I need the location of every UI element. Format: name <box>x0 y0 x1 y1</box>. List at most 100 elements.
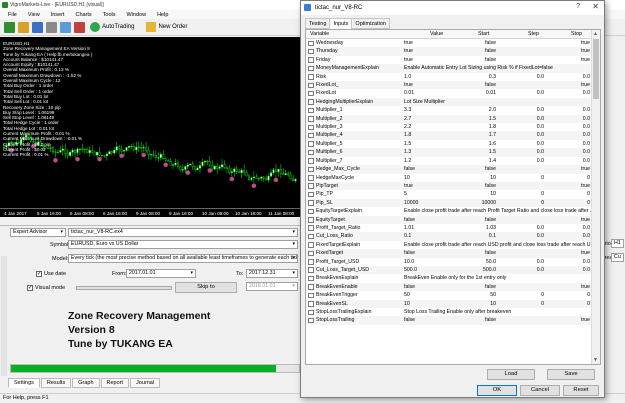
optimize-checkbox[interactable] <box>308 48 314 55</box>
variable-stop[interactable]: 0.0 <box>546 148 590 156</box>
optimize-checkbox[interactable] <box>308 132 314 139</box>
menu-file[interactable]: File <box>8 12 17 18</box>
input-row[interactable]: Profit_Target_USD 10.0 50.0 0.0 0.0 <box>306 257 592 266</box>
tab-optimization[interactable]: Optimization <box>351 18 390 29</box>
variable-value[interactable]: 1.5 <box>404 140 448 148</box>
variable-stop[interactable]: 0 <box>546 199 590 207</box>
optimize-checkbox[interactable] <box>308 158 314 164</box>
ok-button[interactable]: OK <box>477 385 517 396</box>
scroll-down-icon[interactable]: ▼ <box>593 357 598 363</box>
variable-start[interactable]: false <box>452 316 496 324</box>
symbol-select[interactable]: EURUSD, Euro vs US Dollar <box>68 240 298 249</box>
optimize-checkbox[interactable] <box>308 74 314 80</box>
variable-step[interactable]: 0 <box>500 300 544 308</box>
optimize-checkbox[interactable] <box>308 90 314 97</box>
optimize-checkbox[interactable] <box>308 65 314 72</box>
model-select[interactable]: Every tick (the most precise method base… <box>68 254 298 263</box>
variable-stop[interactable]: 0 <box>546 300 590 308</box>
variable-stop[interactable]: true <box>546 316 590 324</box>
input-row[interactable]: Multiplier_4 1.8 1.7 0.0 0.0 <box>306 131 592 140</box>
variable-value[interactable]: 3.3 <box>404 106 448 114</box>
tab-results[interactable]: Results <box>40 378 72 388</box>
col-variable[interactable]: Variable <box>310 31 329 37</box>
variable-step[interactable]: 0.0 <box>500 232 544 240</box>
save-button[interactable]: Save <box>547 369 595 380</box>
variable-stop[interactable]: 0.0 <box>546 232 590 240</box>
input-row[interactable]: PipTarget true false true <box>306 181 592 191</box>
variable-start[interactable]: 0.3 <box>452 73 496 81</box>
optimize-checkbox[interactable] <box>308 116 314 122</box>
optimize-checkbox[interactable] <box>308 82 314 89</box>
variable-start[interactable]: false <box>452 182 496 190</box>
mode-select[interactable]: Expert Advisor <box>10 228 66 237</box>
tab-settings[interactable]: Settings <box>8 378 40 388</box>
variable-stop[interactable]: 0.0 <box>546 224 590 232</box>
optimize-checkbox[interactable] <box>308 124 314 131</box>
input-row[interactable]: HedgeMaxCycle 10 10 0 0 <box>306 173 592 182</box>
skip-to-button[interactable]: Skip to <box>175 282 237 293</box>
terminal-icon[interactable] <box>60 21 71 33</box>
input-row[interactable]: Risk 1.0 0.3 0.0 0.0 <box>306 72 592 82</box>
variable-start[interactable]: 50 <box>452 291 496 299</box>
variable-value[interactable]: 0.01 <box>404 89 448 97</box>
tester-icon[interactable] <box>74 21 85 33</box>
optimize-checkbox[interactable] <box>308 208 314 215</box>
variable-step[interactable]: 0.0 <box>500 131 544 139</box>
variable-start[interactable]: 1.7 <box>452 131 496 139</box>
input-row[interactable]: StopLossTrailing false false true <box>306 316 592 325</box>
tab-inputs[interactable]: Inputs <box>329 18 353 29</box>
variable-step[interactable]: 0.0 <box>500 73 544 81</box>
optimize-checkbox[interactable] <box>308 267 314 273</box>
optimize-checkbox[interactable] <box>308 301 314 307</box>
variable-start[interactable]: false <box>452 165 496 173</box>
variable-start[interactable]: 1.4 <box>452 157 496 165</box>
spread-select[interactable]: Cu <box>611 253 624 262</box>
input-row[interactable]: Pip_TP 5 10 0 0 <box>306 190 592 199</box>
variable-start[interactable]: 10 <box>452 174 496 182</box>
variable-value[interactable]: 10.0 <box>404 258 448 266</box>
variable-value[interactable]: Stop Loss Trailing Enable only after bre… <box>404 308 592 316</box>
input-row[interactable]: MoneyManagementExplain Enable Automatic E… <box>306 64 592 73</box>
variable-value[interactable]: false <box>404 316 448 324</box>
navigator-icon[interactable] <box>46 21 57 33</box>
variable-value[interactable]: true <box>404 39 448 47</box>
variable-start[interactable]: 500.0 <box>452 266 496 274</box>
variable-start[interactable]: false <box>452 249 496 257</box>
expert-select[interactable]: tictac_nur_V8-RC.ex4 <box>68 228 298 237</box>
help-button[interactable]: ? <box>576 3 580 10</box>
input-row[interactable]: EquityTargetExplain Enable close profit t… <box>306 207 594 216</box>
input-row[interactable]: Profit_Target_Ratio 1.01 1.03 0.0 0.0 <box>306 223 592 233</box>
optimize-checkbox[interactable] <box>308 191 314 198</box>
input-row[interactable]: Thursday true false true <box>306 47 592 56</box>
input-row[interactable]: Multiplier_1 3.3 2.0 0.0 0.0 <box>306 106 592 115</box>
menu-charts[interactable]: Charts <box>75 12 91 18</box>
variable-stop[interactable]: 0.0 <box>546 123 590 131</box>
variable-stop[interactable]: 0.0 <box>546 73 590 81</box>
input-row[interactable]: Cut_Loss_Target_USD 500.0 500.0 0.0 0.0 <box>306 265 592 275</box>
variable-stop[interactable]: true <box>546 47 590 55</box>
optimize-checkbox[interactable] <box>308 183 314 189</box>
input-row[interactable]: BreakEvenExplain BreakEven Enable only fo… <box>306 274 592 283</box>
reset-button[interactable]: Reset <box>563 385 599 396</box>
variable-value[interactable]: 10 <box>404 174 448 182</box>
input-row[interactable]: FixedTarget false false true <box>306 249 592 258</box>
variable-start[interactable]: false <box>452 39 496 47</box>
variable-step[interactable]: 0.0 <box>500 148 544 156</box>
variable-step[interactable]: 0.0 <box>500 140 544 148</box>
variable-stop[interactable]: 0.0 <box>546 258 590 266</box>
input-row[interactable]: FixedLot_ true false true <box>306 81 592 90</box>
variable-step[interactable]: 0.0 <box>500 157 544 165</box>
variable-step[interactable]: 0.0 <box>500 224 544 232</box>
new-order-button[interactable]: New Order <box>144 21 189 33</box>
variable-stop[interactable]: 0 <box>546 190 590 198</box>
variable-value[interactable]: 2.2 <box>404 123 448 131</box>
col-value[interactable]: Value <box>430 31 443 37</box>
variable-stop[interactable]: 0 <box>546 291 590 299</box>
variable-start[interactable]: false <box>452 81 496 89</box>
variable-step[interactable]: 0.0 <box>500 115 544 123</box>
variable-start[interactable]: 1.8 <box>452 123 496 131</box>
variable-stop[interactable]: 0.0 <box>546 106 590 114</box>
variable-start[interactable]: 10 <box>452 190 496 198</box>
input-row[interactable]: BreakEvenEnable false false true <box>306 282 592 292</box>
scroll-thumb[interactable] <box>593 39 599 99</box>
